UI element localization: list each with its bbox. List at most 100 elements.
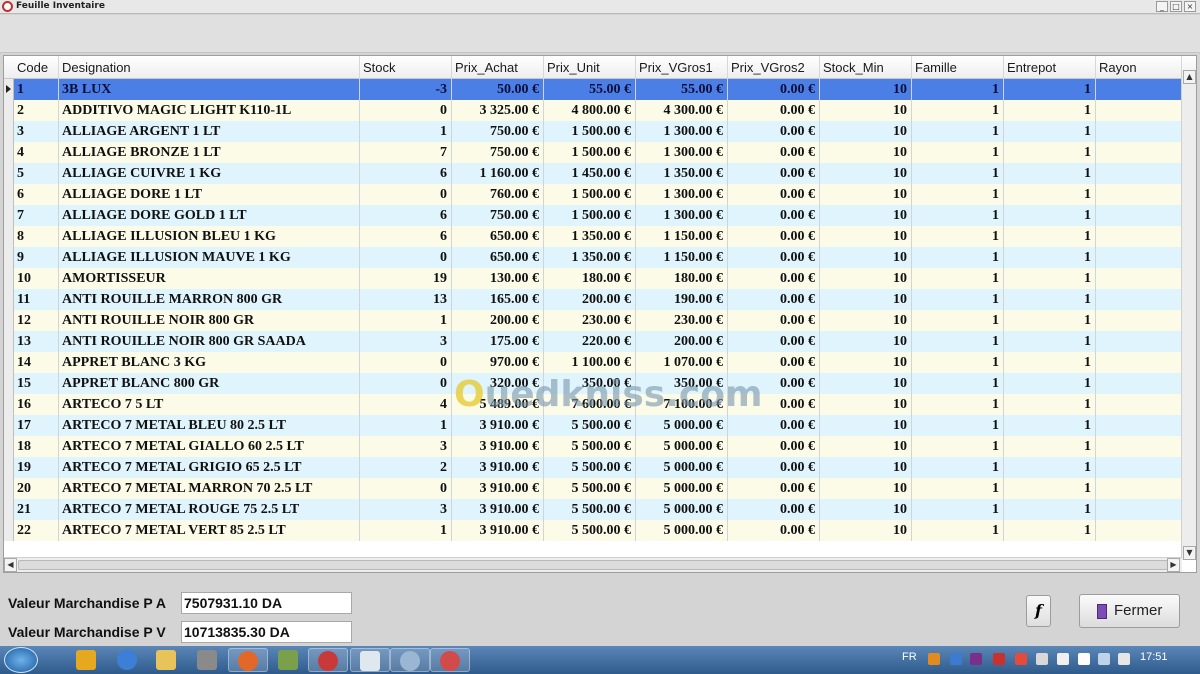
scroll-down-icon[interactable]: ▼ [1183,546,1196,560]
cell-entrepot[interactable]: 1 [1004,142,1096,163]
column-header-prix-unit[interactable]: Prix_Unit [544,56,636,79]
horizontal-scroll-thumb[interactable] [18,560,1168,570]
cell-code[interactable]: 11 [14,289,59,310]
cell-code[interactable]: 8 [14,226,59,247]
cell-prix-vgros2[interactable]: 0.00 € [728,226,820,247]
cell-prix-vgros2[interactable]: 0.00 € [728,79,820,100]
cell-prix-unit[interactable]: 5 500.00 € [544,457,636,478]
row-header[interactable] [4,289,14,310]
cell-designation[interactable]: ARTECO 7 METAL GRIGIO 65 2.5 LT [59,457,360,478]
cell-prix-vgros2[interactable]: 0.00 € [728,478,820,499]
column-header-prix-vgros1[interactable]: Prix_VGros1 [636,56,728,79]
pv-total-field[interactable]: 10713835.30 DA [181,621,352,643]
cell-entrepot[interactable]: 1 [1004,121,1096,142]
table-row[interactable]: 4 ALLIAGE BRONZE 1 LT 7 750.00 €1 500.00 €1… [4,142,1182,163]
cell-prix-vgros2[interactable]: 0.00 € [728,247,820,268]
table-row[interactable]: 13 ANTI ROUILLE NOIR 800 GR SAADA 3 175.00 … [4,331,1182,352]
cell-stock-min[interactable]: 10 [820,373,912,394]
cell-code[interactable]: 6 [14,184,59,205]
cell-famille[interactable]: 1 [912,331,1004,352]
table-row[interactable]: 11 ANTI ROUILLE MARRON 800 GR 13 165.00 €20… [4,289,1182,310]
cell-entrepot[interactable]: 1 [1004,205,1096,226]
cell-prix-vgros1[interactable]: 1 300.00 € [636,184,728,205]
cell-rayon[interactable] [1096,142,1182,163]
cell-stock[interactable]: 1 [360,121,452,142]
cell-stock[interactable]: 1 [360,310,452,331]
cell-prix-vgros2[interactable]: 0.00 € [728,121,820,142]
cell-famille[interactable]: 1 [912,310,1004,331]
cell-prix-vgros1[interactable]: 200.00 € [636,331,728,352]
cell-prix-achat[interactable]: 175.00 € [452,331,544,352]
row-header[interactable] [4,478,14,499]
column-header-rayon[interactable]: Rayon [1096,56,1182,79]
cell-prix-vgros2[interactable]: 0.00 € [728,415,820,436]
table-row[interactable]: 21 ARTECO 7 METAL ROUGE 75 2.5 LT 3 3 910.0… [4,499,1182,520]
cell-prix-unit[interactable]: 5 500.00 € [544,520,636,541]
cell-rayon[interactable] [1096,100,1182,121]
cell-entrepot[interactable]: 1 [1004,163,1096,184]
row-header[interactable] [4,184,14,205]
close-button[interactable]: Fermer [1079,594,1180,628]
taskbar-item-inventory[interactable] [308,648,348,672]
cell-stock-min[interactable]: 10 [820,268,912,289]
cell-rayon[interactable] [1096,457,1182,478]
taskbar-item-firefox[interactable] [228,648,268,672]
pa-total-field[interactable]: 7507931.10 DA [181,592,352,614]
cell-code[interactable]: 18 [14,436,59,457]
cell-stock-min[interactable]: 10 [820,352,912,373]
cell-prix-vgros2[interactable]: 0.00 € [728,268,820,289]
table-row[interactable]: 1 3B LUX -3 50.00 €55.00 €55.00 €0.00 €10 1 1 [4,79,1182,100]
cell-prix-unit[interactable]: 1 100.00 € [544,352,636,373]
cell-rayon[interactable] [1096,352,1182,373]
cell-stock-min[interactable]: 10 [820,247,912,268]
cell-prix-vgros1[interactable]: 1 350.00 € [636,163,728,184]
cell-entrepot[interactable]: 1 [1004,457,1096,478]
volume-icon[interactable] [1118,653,1130,665]
cell-rayon[interactable] [1096,394,1182,415]
cell-rayon[interactable] [1096,121,1182,142]
cell-rayon[interactable] [1096,499,1182,520]
cell-prix-vgros1[interactable]: 180.00 € [636,268,728,289]
cell-stock-min[interactable]: 10 [820,394,912,415]
cell-entrepot[interactable]: 1 [1004,520,1096,541]
cell-designation[interactable]: APPRET BLANC 3 KG [59,352,360,373]
cell-prix-unit[interactable]: 4 800.00 € [544,100,636,121]
row-header[interactable] [4,457,14,478]
scroll-up-icon[interactable]: ▲ [1183,70,1196,84]
scroll-right-icon[interactable]: ▶ [1167,558,1180,572]
cell-entrepot[interactable]: 1 [1004,478,1096,499]
cell-famille[interactable]: 1 [912,121,1004,142]
cell-prix-achat[interactable]: 970.00 € [452,352,544,373]
cell-designation[interactable]: ARTECO 7 METAL VERT 85 2.5 LT [59,520,360,541]
column-header-famille[interactable]: Famille [912,56,1004,79]
cell-rayon[interactable] [1096,268,1182,289]
row-header[interactable] [4,415,14,436]
table-row[interactable]: 5 ALLIAGE CUIVRE 1 KG 6 1 160.00 €1 450.00 … [4,163,1182,184]
cell-prix-vgros2[interactable]: 0.00 € [728,184,820,205]
cell-entrepot[interactable]: 1 [1004,310,1096,331]
cell-rayon[interactable] [1096,247,1182,268]
cell-rayon[interactable] [1096,331,1182,352]
row-header[interactable] [4,205,14,226]
table-row[interactable]: 9 ALLIAGE ILLUSION MAUVE 1 KG 0 650.00 €1 3… [4,247,1182,268]
cell-prix-achat[interactable]: 760.00 € [452,184,544,205]
cell-entrepot[interactable]: 1 [1004,247,1096,268]
cell-prix-achat[interactable]: 3 910.00 € [452,415,544,436]
cell-entrepot[interactable]: 1 [1004,79,1096,100]
cell-prix-vgros1[interactable]: 5 000.00 € [636,457,728,478]
row-header[interactable] [4,163,14,184]
cell-prix-achat[interactable]: 1 160.00 € [452,163,544,184]
cell-prix-vgros2[interactable]: 0.00 € [728,436,820,457]
cell-rayon[interactable] [1096,205,1182,226]
cell-stock[interactable]: 0 [360,247,452,268]
table-row[interactable]: 6 ALLIAGE DORE 1 LT 0 760.00 €1 500.00 €1 3… [4,184,1182,205]
cell-prix-unit[interactable]: 1 500.00 € [544,205,636,226]
table-row[interactable]: 18 ARTECO 7 METAL GIALLO 60 2.5 LT 3 3 910.… [4,436,1182,457]
cell-famille[interactable]: 1 [912,457,1004,478]
cell-prix-vgros1[interactable]: 1 070.00 € [636,352,728,373]
row-header[interactable] [4,310,14,331]
cell-designation[interactable]: ALLIAGE DORE GOLD 1 LT [59,205,360,226]
cell-entrepot[interactable]: 1 [1004,373,1096,394]
cell-prix-unit[interactable]: 5 500.00 € [544,478,636,499]
cell-designation[interactable]: ANTI ROUILLE NOIR 800 GR SAADA [59,331,360,352]
